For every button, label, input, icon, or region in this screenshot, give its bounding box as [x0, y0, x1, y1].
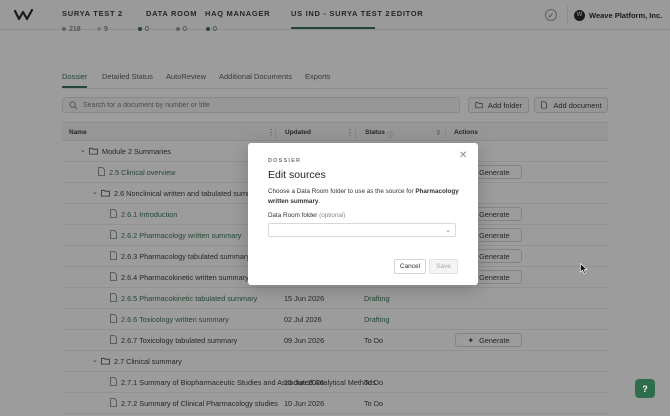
help-chat-button[interactable]: ?: [635, 379, 655, 398]
data-room-folder-select[interactable]: ⌄: [268, 223, 456, 237]
mouse-cursor-icon: [580, 263, 588, 274]
dialog-title: Edit sources: [268, 169, 326, 181]
save-button[interactable]: Save: [429, 259, 458, 274]
dialog-eyebrow: DOSSIER: [268, 158, 302, 164]
data-room-folder-label: Data Room folder (optional): [268, 212, 346, 219]
edit-sources-dialog: DOSSIER ✕ Edit sources Choose a Data Roo…: [248, 143, 478, 285]
close-icon[interactable]: ✕: [459, 150, 467, 161]
cancel-button[interactable]: Cancel: [394, 259, 426, 274]
chevron-down-icon: ⌄: [445, 227, 451, 234]
dialog-description: Choose a Data Room folder to use as the …: [268, 188, 459, 205]
